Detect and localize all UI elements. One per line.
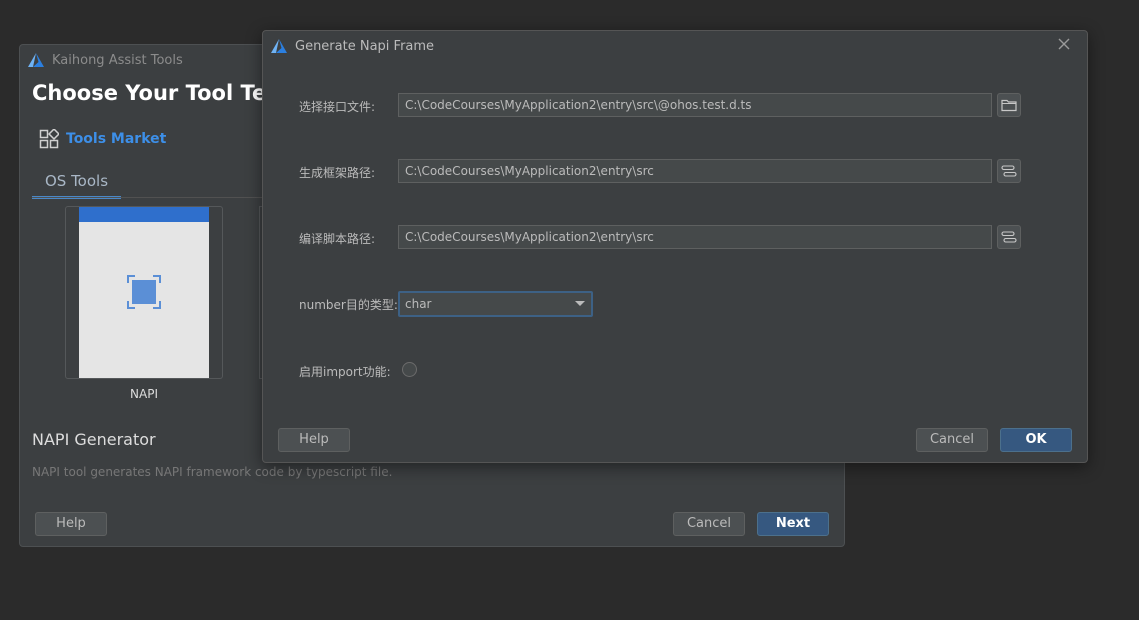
gen-path-field[interactable]: C:\CodeCourses\MyApplication2\entry\src (398, 159, 992, 183)
dialog-titlebar: Generate Napi Frame (271, 37, 434, 55)
path-select-icon (1001, 165, 1017, 177)
help-button[interactable]: Help (278, 428, 350, 452)
napi-tool-card[interactable] (65, 206, 223, 379)
interface-file-field[interactable]: C:\CodeCourses\MyApplication2\entry\src\… (398, 93, 992, 117)
next-button[interactable]: Next (757, 512, 829, 536)
bg-cancel-button[interactable]: Cancel (673, 512, 745, 536)
ok-button[interactable]: OK (1000, 428, 1072, 452)
napi-card-topbar (79, 207, 209, 222)
focus-square-icon (127, 275, 161, 309)
folder-icon (1001, 99, 1017, 112)
napi-card-preview (79, 207, 209, 378)
number-type-label: number目的类型: (299, 298, 398, 312)
grid-apps-icon (39, 129, 59, 149)
browse-gen-path-button[interactable] (997, 159, 1021, 183)
number-type-select[interactable]: char (398, 291, 593, 317)
bg-window-titlebar: Kaihong Assist Tools (28, 51, 183, 69)
harmony-logo-icon (28, 53, 44, 67)
path-select-icon (1001, 231, 1017, 243)
bg-window-title: Kaihong Assist Tools (52, 52, 183, 68)
cancel-button[interactable]: Cancel (916, 428, 988, 452)
browse-build-path-button[interactable] (997, 225, 1021, 249)
harmony-logo-icon (271, 39, 287, 53)
generate-napi-frame-dialog: Generate Napi Frame 选择接口文件: C:\CodeCours… (262, 30, 1088, 463)
tools-market-link[interactable]: Tools Market (39, 129, 166, 149)
tools-market-label: Tools Market (66, 131, 167, 147)
import-radio[interactable] (402, 362, 417, 377)
interface-file-label: 选择接口文件: (299, 100, 376, 114)
number-type-value: char (405, 297, 432, 311)
tab-os-tools[interactable]: OS Tools (32, 169, 121, 199)
chevron-down-icon (575, 301, 585, 306)
napi-card-label: NAPI (130, 387, 158, 401)
tool-description: NAPI tool generates NAPI framework code … (32, 465, 393, 479)
browse-interface-file-button[interactable] (997, 93, 1021, 117)
dialog-title: Generate Napi Frame (295, 38, 435, 54)
build-path-label: 编译脚本路径: (299, 232, 376, 246)
bg-help-button[interactable]: Help (35, 512, 107, 536)
tool-title: NAPI Generator (32, 430, 156, 449)
close-icon[interactable] (1056, 36, 1072, 52)
import-label: 启用import功能: (299, 365, 391, 379)
gen-path-label: 生成框架路径: (299, 166, 376, 180)
build-path-field[interactable]: C:\CodeCourses\MyApplication2\entry\src (398, 225, 992, 249)
